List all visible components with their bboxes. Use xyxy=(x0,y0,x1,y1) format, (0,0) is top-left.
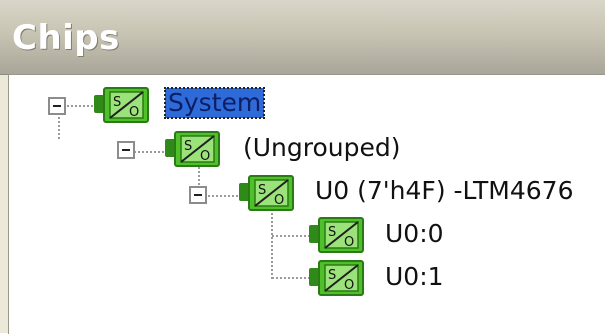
svg-text:O: O xyxy=(129,105,139,120)
collapse-system-button[interactable] xyxy=(48,97,66,115)
tree-node-device[interactable]: U0 (7'h4F) -LTM4676 xyxy=(315,176,573,206)
chip-s-o-icon: S O xyxy=(309,217,364,253)
chip-s-o-icon: S O xyxy=(165,131,220,167)
tree-connector xyxy=(58,117,60,139)
svg-text:S: S xyxy=(258,183,266,198)
svg-text:S: S xyxy=(184,139,192,154)
collapse-device-button[interactable] xyxy=(189,186,207,204)
chip-s-o-icon: S O xyxy=(94,87,149,123)
svg-text:O: O xyxy=(344,278,354,293)
svg-text:S: S xyxy=(328,225,336,240)
tree-node-channel-0[interactable]: U0:0 xyxy=(385,219,444,249)
tree-node-ungrouped[interactable]: (Ungrouped) xyxy=(243,133,401,163)
panel-header: Chips xyxy=(0,0,605,75)
svg-text:S: S xyxy=(328,268,336,283)
chips-panel: Chips S O System S O (Ungrouped) S O U0 … xyxy=(0,0,605,334)
svg-text:S: S xyxy=(113,95,121,110)
tree-node-system[interactable]: System xyxy=(163,87,266,119)
panel-title: Chips xyxy=(12,18,120,58)
svg-text:O: O xyxy=(200,149,210,164)
tree-connector xyxy=(272,235,314,237)
tree-connector xyxy=(272,277,314,279)
svg-text:O: O xyxy=(344,235,354,250)
collapse-ungrouped-button[interactable] xyxy=(117,141,135,159)
tree-node-channel-1[interactable]: U0:1 xyxy=(385,262,444,292)
chip-s-o-icon: S O xyxy=(309,260,364,296)
tree-connector xyxy=(205,195,241,197)
chip-s-o-icon: S O xyxy=(239,175,294,211)
tree-connector xyxy=(271,209,273,279)
svg-text:O: O xyxy=(274,193,284,208)
chip-tree[interactable]: S O System S O (Ungrouped) S O U0 (7'h4F… xyxy=(8,74,605,334)
